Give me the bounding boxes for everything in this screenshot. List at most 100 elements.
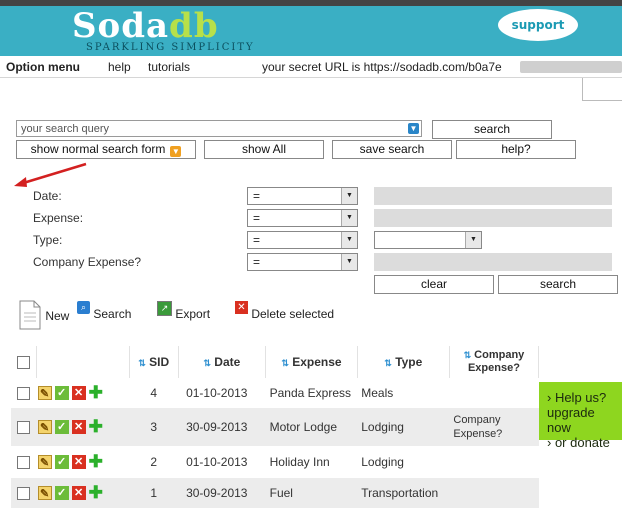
edit-icon[interactable]: ✎: [37, 455, 52, 470]
search-button[interactable]: search: [432, 120, 552, 139]
row-checkbox[interactable]: [17, 421, 31, 435]
new-document-icon: [19, 300, 41, 330]
check-icon[interactable]: ✓: [54, 386, 69, 401]
chevron-down-icon: ▼: [341, 210, 357, 226]
redacted-url: [520, 61, 622, 73]
new-record-button[interactable]: New: [18, 300, 69, 330]
header-banner: Sodadb SPARKLING SIMPLICITY support: [0, 6, 622, 56]
cell-type: Transportation: [357, 478, 450, 508]
search-dropdown-icon[interactable]: ▼: [408, 123, 419, 134]
delete-row-icon[interactable]: ✕: [71, 486, 86, 501]
cell-date: 01-10-2013: [178, 446, 266, 478]
export-button[interactable]: ↗ Export: [157, 301, 210, 321]
filter-expense-operator[interactable]: = ▼: [247, 209, 358, 227]
add-icon[interactable]: ✚: [89, 484, 103, 501]
support-button[interactable]: support: [498, 9, 578, 41]
cell-date: 01-10-2013: [178, 378, 266, 408]
select-all-header: [11, 346, 38, 378]
menu-divider: [0, 77, 622, 78]
expand-icon: ▼: [170, 146, 182, 157]
cell-expense: Panda Express: [265, 378, 358, 408]
table-row[interactable]: ✎ ✓ ✕ ✚ 4 01-10-2013 Panda Express Meals: [11, 378, 539, 408]
corner-box: [582, 78, 622, 101]
clear-button[interactable]: clear: [374, 275, 494, 294]
magnifier-icon: ⌕: [77, 301, 90, 314]
help-link[interactable]: help: [108, 60, 131, 74]
show-normal-search-form-button[interactable]: show normal search form ▼: [16, 140, 196, 159]
sort-icon: ⇅: [463, 350, 472, 360]
table-row[interactable]: ✎ ✓ ✕ ✚ 3 30-09-2013 Motor Lodge Lodging Co…: [11, 408, 539, 446]
delete-row-icon[interactable]: ✕: [71, 420, 86, 435]
show-all-button[interactable]: show All: [204, 140, 324, 159]
filter-date-value[interactable]: [374, 187, 612, 205]
cell-sid: 1: [129, 478, 179, 508]
toolbar-search-button[interactable]: ⌕ Search: [77, 301, 131, 321]
edit-icon[interactable]: ✎: [37, 386, 52, 401]
tutorials-link[interactable]: tutorials: [148, 60, 190, 74]
cell-sid: 3: [129, 408, 179, 446]
logo[interactable]: Sodadb: [72, 8, 219, 44]
filter-company-expense-value[interactable]: [374, 253, 612, 271]
cell-expense: Holiday Inn: [265, 446, 358, 478]
expense-table: ⇅ SID ⇅ Date ⇅ Expense ⇅ Type ⇅ Company …: [11, 346, 540, 508]
cell-date: 30-09-2013: [178, 478, 266, 508]
add-icon[interactable]: ✚: [89, 453, 103, 470]
filter-expense-value[interactable]: [374, 209, 612, 227]
cell-company-expense: [449, 478, 539, 508]
sort-icon: ⇅: [203, 358, 211, 368]
date-header[interactable]: ⇅ Date: [178, 346, 267, 378]
cell-company-expense: Company Expense?: [449, 408, 539, 446]
cell-company-expense: [449, 378, 539, 408]
secret-url-text: your secret URL is https://sodadb.com/b0…: [262, 60, 502, 74]
row-checkbox[interactable]: [17, 387, 31, 401]
filter-date-operator[interactable]: = ▼: [247, 187, 358, 205]
help-button[interactable]: help?: [456, 140, 576, 159]
filter-label-company-expense: Company Expense?: [33, 255, 142, 269]
filter-label-type: Type:: [33, 233, 63, 247]
edit-icon[interactable]: ✎: [37, 486, 52, 501]
cell-sid: 2: [129, 446, 179, 478]
filter-search-button[interactable]: search: [498, 275, 618, 294]
cell-type: Meals: [357, 378, 450, 408]
add-icon[interactable]: ✚: [89, 418, 103, 435]
search-input[interactable]: your search query ▼: [16, 120, 422, 137]
export-icon: ↗: [157, 301, 172, 316]
filter-type-value[interactable]: ▼: [374, 231, 482, 249]
company-expense-header[interactable]: ⇅ Company Expense?: [449, 346, 540, 378]
filter-type-operator[interactable]: = ▼: [247, 231, 358, 249]
filter-company-expense-operator[interactable]: = ▼: [247, 253, 358, 271]
delete-row-icon[interactable]: ✕: [71, 386, 86, 401]
sid-header[interactable]: ⇅ SID: [129, 346, 179, 378]
add-icon[interactable]: ✚: [89, 384, 103, 401]
menu-bar: Option menu help tutorials your secret U…: [0, 57, 622, 77]
cell-sid: 4: [129, 378, 179, 408]
cell-expense: Motor Lodge: [265, 408, 358, 446]
red-arrow-annotation: [14, 162, 87, 187]
sort-icon: ⇅: [138, 358, 146, 368]
help-us-link[interactable]: › Help us?: [547, 390, 622, 405]
select-all-checkbox[interactable]: [17, 356, 31, 370]
upgrade-now-link[interactable]: upgrade now: [547, 405, 622, 435]
check-icon[interactable]: ✓: [54, 420, 69, 435]
help-us-panel[interactable]: › Help us? upgrade now › or donate: [539, 382, 622, 450]
actions-header: [36, 346, 130, 378]
chevron-down-icon: ▼: [341, 188, 357, 204]
sort-icon: ⇅: [384, 358, 392, 368]
donate-link[interactable]: › or donate: [547, 435, 622, 450]
check-icon[interactable]: ✓: [54, 455, 69, 470]
save-search-button[interactable]: save search: [332, 140, 452, 159]
row-checkbox[interactable]: [17, 487, 31, 501]
check-icon[interactable]: ✓: [54, 486, 69, 501]
table-row[interactable]: ✎ ✓ ✕ ✚ 1 30-09-2013 Fuel Transportation: [11, 478, 539, 508]
edit-icon[interactable]: ✎: [37, 420, 52, 435]
table-row[interactable]: ✎ ✓ ✕ ✚ 2 01-10-2013 Holiday Inn Lodging: [11, 446, 539, 478]
chevron-down-icon: ▼: [341, 232, 357, 248]
delete-selected-button[interactable]: ✕ Delete selected: [235, 301, 334, 321]
filter-label-date: Date:: [33, 189, 62, 203]
sort-icon: ⇅: [281, 358, 289, 368]
option-menu[interactable]: Option menu: [6, 60, 80, 74]
expense-header[interactable]: ⇅ Expense: [265, 346, 358, 378]
type-header[interactable]: ⇅ Type: [357, 346, 450, 378]
row-checkbox[interactable]: [17, 456, 31, 470]
delete-row-icon[interactable]: ✕: [71, 455, 86, 470]
